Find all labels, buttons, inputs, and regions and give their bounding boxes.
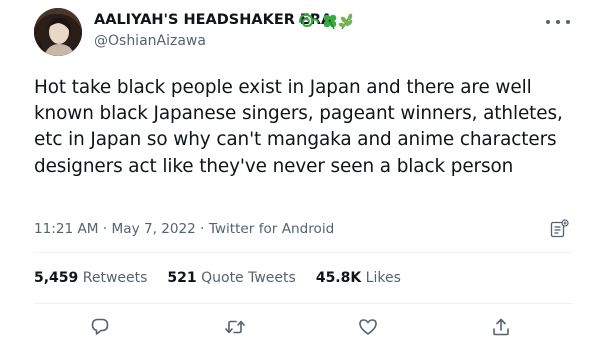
quote-tweets-label: Quote Tweets <box>201 270 296 286</box>
tweet-source[interactable]: Twitter for Android <box>209 221 334 237</box>
more-options-icon[interactable] <box>546 16 570 28</box>
tweet-card: AALIYAH'S HEADSHAKER ERA @OshianAizawa H… <box>0 0 600 356</box>
share-icon[interactable] <box>491 317 511 337</box>
meta-separator: · <box>200 221 205 237</box>
reply-icon[interactable] <box>90 317 110 337</box>
likes-count: 45.8K <box>315 270 362 286</box>
likes-stat[interactable]: 45.8K Likes <box>316 270 401 286</box>
four-leaf-clover-icon <box>323 14 337 30</box>
retweets-label: Retweets <box>82 270 148 286</box>
tweet-meta: 11:21 AM · May 7, 2022 · Twitter for And… <box>34 221 334 237</box>
likes-label: Likes <box>365 270 401 286</box>
avatar[interactable] <box>34 8 82 56</box>
tornado-swirl-icon <box>299 13 319 28</box>
retweets-count: 5,459 <box>34 270 79 286</box>
herb-icon <box>338 13 353 30</box>
action-bar <box>0 317 600 339</box>
quote-tweets-count: 521 <box>167 270 197 286</box>
divider <box>34 252 572 253</box>
quote-tweets-stat[interactable]: 521 Quote Tweets <box>167 270 295 286</box>
name-emoji-group <box>297 10 357 32</box>
divider <box>34 303 572 304</box>
tweet-text: Hot take black people exist in Japan and… <box>34 77 563 177</box>
analytics-icon[interactable] <box>548 219 570 239</box>
meta-separator: · <box>102 221 108 237</box>
user-handle[interactable]: @OshianAizawa <box>94 33 206 49</box>
tweet-time[interactable]: 11:21 AM <box>34 221 99 237</box>
retweets-stat[interactable]: 5,459 Retweets <box>34 270 147 286</box>
like-heart-icon[interactable] <box>358 317 378 337</box>
engagement-stats: 5,459 Retweets 521 Quote Tweets 45.8K Li… <box>34 270 401 286</box>
retweet-icon[interactable] <box>224 317 245 337</box>
tweet-date[interactable]: May 7, 2022 <box>112 221 196 237</box>
